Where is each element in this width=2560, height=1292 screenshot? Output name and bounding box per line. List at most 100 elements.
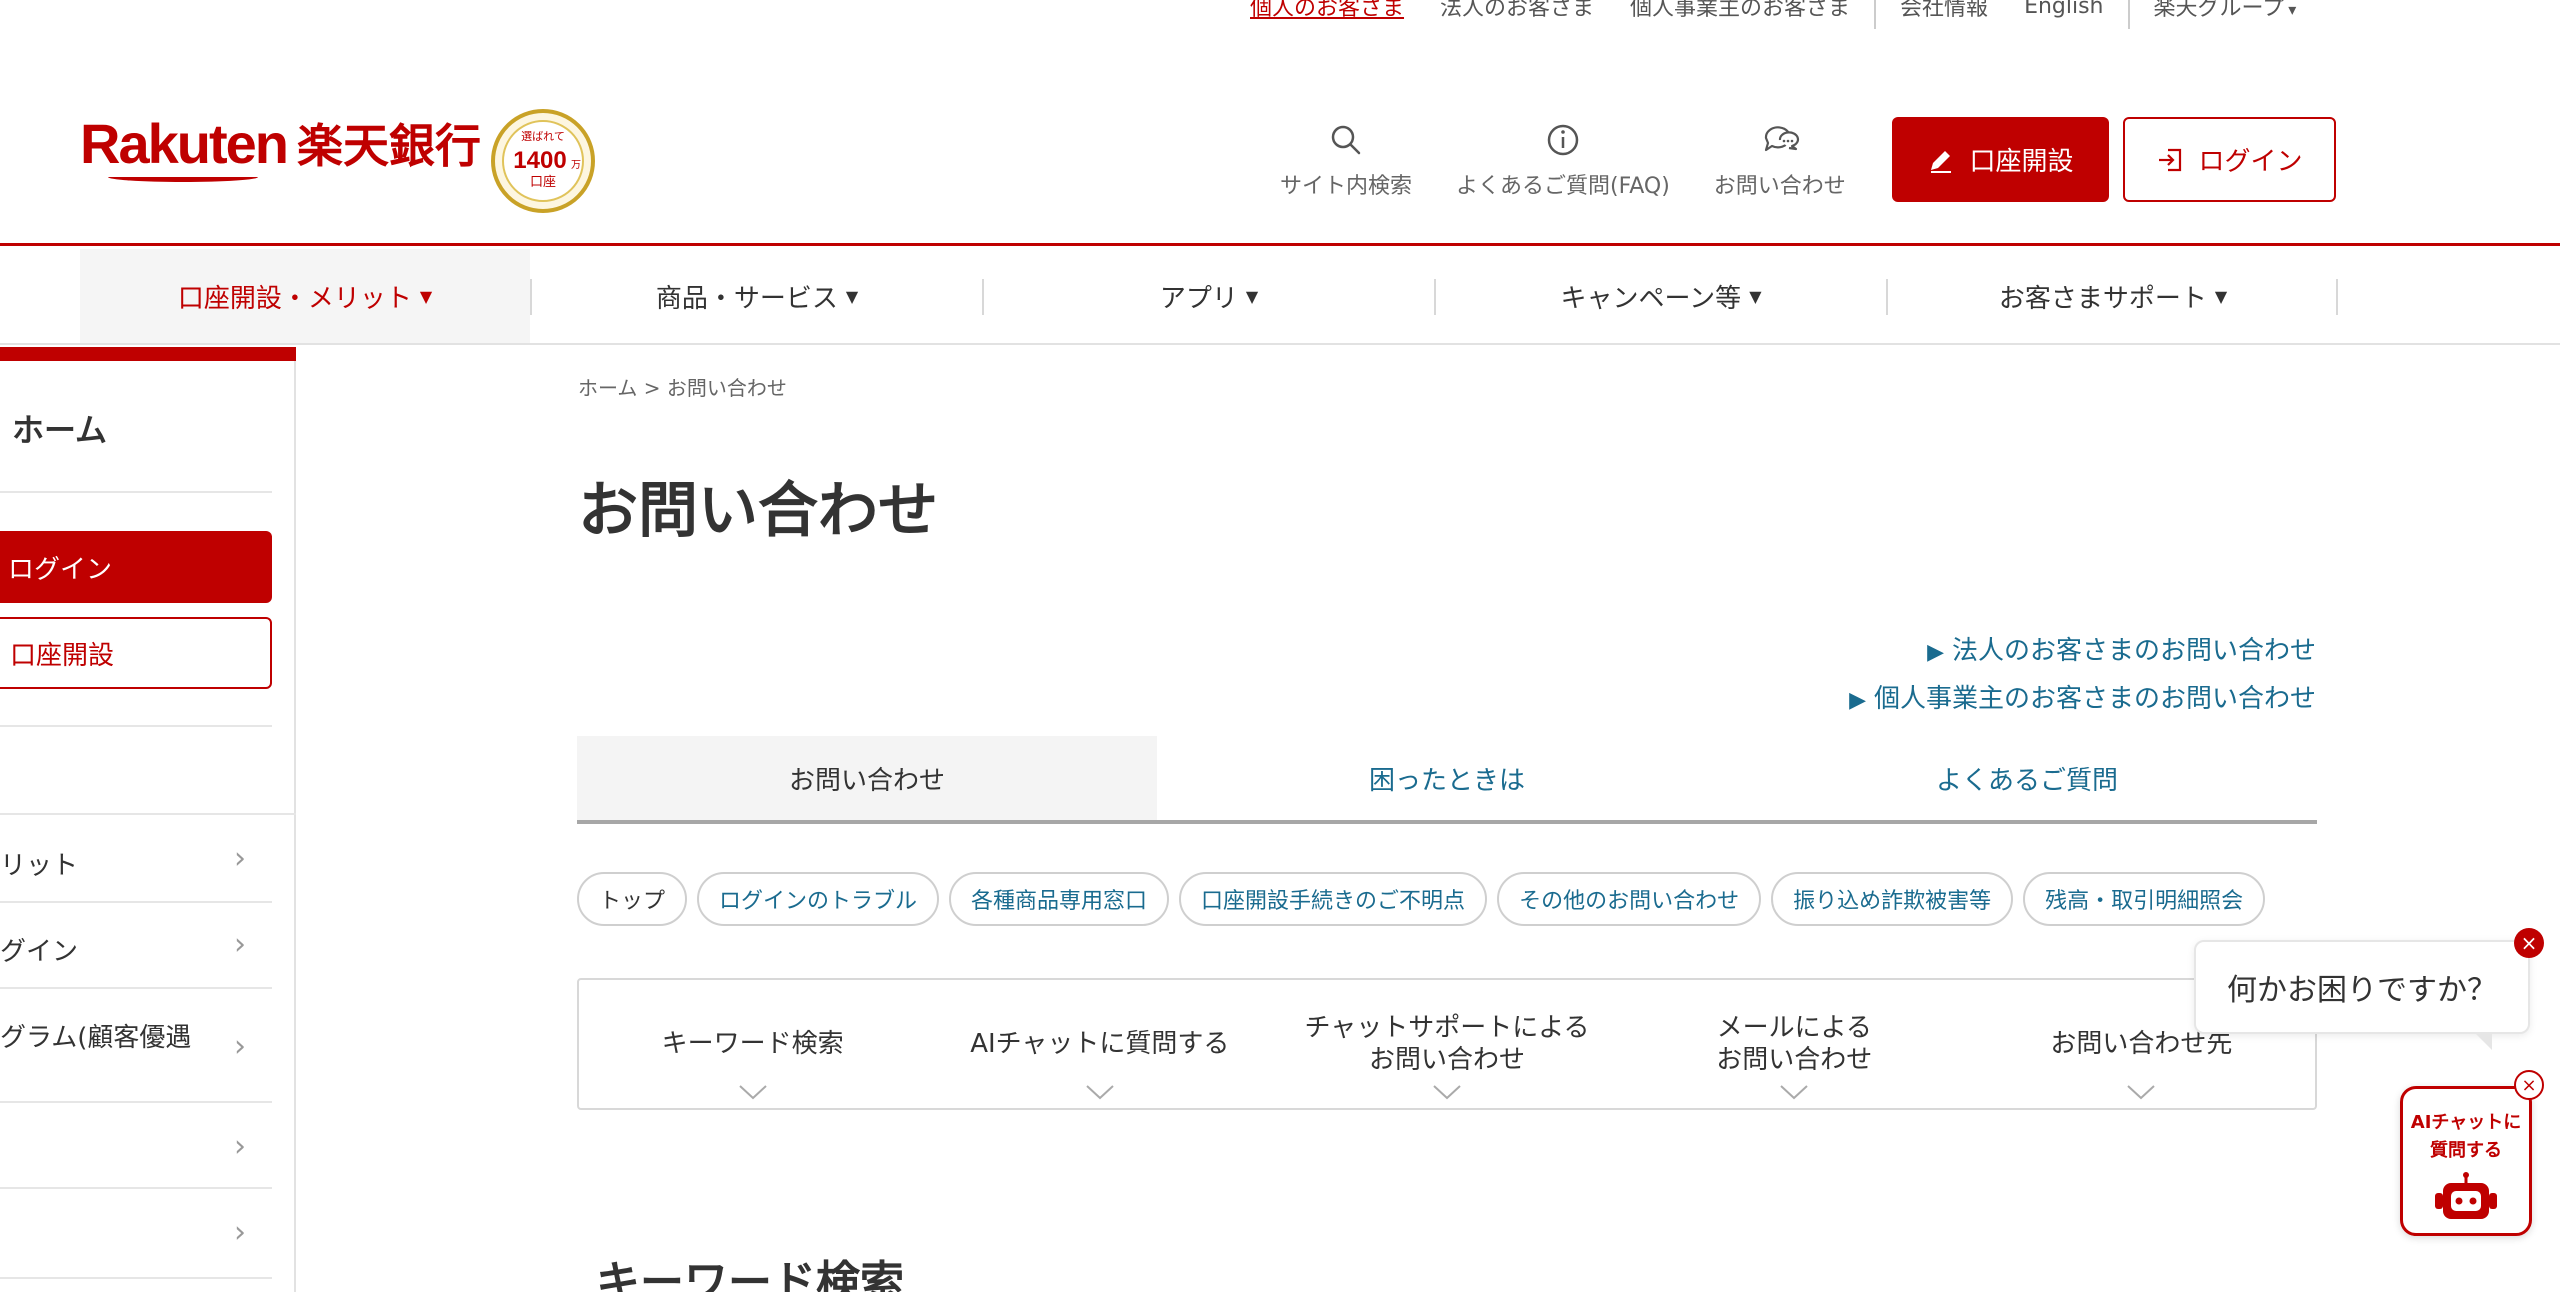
method-chat-support[interactable]: チャットサポートによる お問い合わせ <box>1273 980 1620 1108</box>
caret-down-icon: ▾ <box>2288 0 2297 19</box>
info-icon <box>1547 124 1579 156</box>
badge-bottom-text: 口座 <box>530 175 556 190</box>
method-label: チャットサポートによる お問い合わせ <box>1305 1012 1590 1076</box>
bubble-tail <box>2474 1032 2492 1050</box>
sidebar-divider <box>0 813 296 815</box>
sidebar-item-label: グイン <box>0 937 79 967</box>
caret-down-icon: ▼ <box>419 286 433 306</box>
header-utility-icons: サイト内検索 よくあるご質問(FAQ) お問い合わせ <box>1280 120 1890 200</box>
chip-account-opening[interactable]: 口座開設手続きのご不明点 <box>1179 872 1488 926</box>
chevron-right-icon: › <box>234 1129 246 1164</box>
ai-chat-launcher[interactable]: AIチャットに 質問する <box>2400 1086 2532 1236</box>
chevron-down-icon <box>2127 1085 2156 1100</box>
tab-faq[interactable]: よくあるご質問 <box>1737 736 2317 820</box>
global-nav: 口座開設・メリット ▼ 商品・サービス ▼ アプリ ▼ キャンペーン等 ▼ お客さまサポ… <box>0 249 2560 345</box>
login-button[interactable]: ログイン <box>2123 117 2336 202</box>
sidebar-accent-bar <box>0 347 296 361</box>
method-label: AIチャットに質問する <box>970 1028 1229 1060</box>
utility-link-company-info[interactable]: 会社情報 <box>1900 0 1988 22</box>
faq-label: よくあるご質問(FAQ) <box>1456 174 1670 199</box>
sidebar-divider <box>0 1187 272 1189</box>
sidebar-item-label: グラム(顧客優遇 <box>0 1023 192 1053</box>
support-tabs: お問い合わせ 困ったときは よくあるご質問 <box>577 736 2317 824</box>
page-title: お問い合わせ <box>578 476 938 546</box>
sidebar-open-account-button[interactable]: 口座開設 <box>0 617 272 689</box>
caret-down-icon: ▼ <box>845 286 859 306</box>
sidebar: ホーム ログイン 口座開設 リット › グイン › グラム(顧客優遇 › › › <box>0 347 296 1292</box>
close-icon[interactable]: × <box>2514 1070 2544 1100</box>
chip-top[interactable]: トップ <box>577 872 688 926</box>
open-account-button[interactable]: 口座開設 <box>1892 117 2109 202</box>
chevron-down-icon <box>1780 1085 1808 1100</box>
help-prompt-bubble[interactable]: 何かお困りですか？ <box>2194 940 2530 1050</box>
method-keyword-search[interactable]: キーワード検索 <box>579 980 926 1108</box>
sole-proprietor-contact-link[interactable]: ▶ 個人事業主のお客さまのお問い合わせ <box>1849 676 2316 724</box>
utility-link-corporate[interactable]: 法人のお客さま <box>1440 0 1594 22</box>
sidebar-divider <box>0 491 272 493</box>
gnav-item-campaigns[interactable]: キャンペーン等 ▼ <box>1436 249 1886 343</box>
gnav-item-support[interactable]: お客さまサポート ▼ <box>1888 249 2338 343</box>
sole-proprietor-contact-label: 個人事業主のお客さまのお問い合わせ <box>1873 684 2316 714</box>
utility-divider <box>1874 0 1877 29</box>
badge-number: 1400 <box>513 147 566 174</box>
utility-link-sole-proprietor[interactable]: 個人事業主のお客さま <box>1630 0 1850 22</box>
gnav-item-products[interactable]: 商品・サービス ▼ <box>532 249 982 343</box>
utility-link-personal[interactable]: 個人のお客さま <box>1250 0 1404 22</box>
chip-product-desks[interactable]: 各種商品専用窓口 <box>949 872 1170 926</box>
gnav-item-label: お客さまサポート <box>1998 283 2207 314</box>
method-label-line: チャットサポートによる <box>1304 1013 1590 1043</box>
login-icon <box>2159 148 2182 171</box>
chevron-down-icon <box>1086 1085 1114 1100</box>
help-prompt-text: 何かお困りですか？ <box>2227 973 2497 1008</box>
close-icon[interactable]: × <box>2514 928 2544 958</box>
caret-down-icon: ▼ <box>2214 286 2228 306</box>
ai-chat-launcher-line: AIチャットに <box>2410 1112 2522 1133</box>
rakuten-wordmark: Rakuten <box>80 111 289 182</box>
contact-button[interactable]: お問い合わせ <box>1714 120 1846 200</box>
business-contact-links: ▶ 法人のお客さまのお問い合わせ ▶ 個人事業主のお客さまのお問い合わせ <box>1849 628 2316 724</box>
page: 個人のお客さま 法人のお客さま 個人事業主のお客さま 会社情報 English … <box>0 0 2560 1292</box>
method-label-line: メールによる <box>1716 1013 1872 1043</box>
contact-label: お問い合わせ <box>1713 174 1846 199</box>
utility-link-english[interactable]: English <box>2024 0 2103 19</box>
chip-login-trouble[interactable]: ログインのトラブル <box>697 872 940 926</box>
corporate-contact-link[interactable]: ▶ 法人のお客さまのお問い合わせ <box>1849 628 2316 676</box>
breadcrumb-separator: > <box>643 376 661 400</box>
site-logo[interactable]: Rakuten 楽天銀行 <box>80 110 481 182</box>
chat-bubbles-icon <box>1764 126 1799 152</box>
gnav-item-label: キャンペーン等 <box>1560 283 1742 314</box>
method-label-line: AIチャットに質問する <box>970 1029 1230 1059</box>
sidebar-login-button[interactable]: ログイン <box>0 531 272 603</box>
utility-link-rakuten-group[interactable]: 楽天グループ ▾ <box>2154 0 2297 22</box>
sidebar-divider <box>0 1101 272 1103</box>
faq-button[interactable]: よくあるご質問(FAQ) <box>1456 120 1670 200</box>
logo-swoosh <box>108 172 258 182</box>
method-ai-chat[interactable]: AIチャットに質問する <box>926 980 1273 1108</box>
breadcrumb: ホーム > お問い合わせ <box>578 372 787 401</box>
chevron-right-icon: › <box>234 1215 246 1250</box>
method-label: メールによる お問い合わせ <box>1716 1012 1872 1076</box>
chip-balance-inquiry[interactable]: 残高・取引明細照会 <box>2023 872 2266 926</box>
bank-name: 楽天銀行 <box>296 119 481 173</box>
chevron-down-icon <box>1433 1085 1461 1100</box>
pencil-icon <box>1931 150 1952 173</box>
breadcrumb-home-link[interactable]: ホーム <box>578 376 637 400</box>
method-email[interactable]: メールによる お問い合わせ <box>1621 980 1968 1108</box>
sidebar-item-label: リット <box>0 851 79 881</box>
rakuten-wordmark-text: Rakuten <box>80 111 289 175</box>
gnav-item-app[interactable]: アプリ ▼ <box>984 249 1434 343</box>
badge-top-text: 選ばれて <box>521 130 565 143</box>
sidebar-home-link[interactable]: ホーム <box>12 405 107 451</box>
open-account-label: 口座開設 <box>1969 147 2074 177</box>
utility-nav: 個人のお客さま 法人のお客さま 個人事業主のお客さま 会社情報 English … <box>1250 0 2332 29</box>
chip-other-inquiries[interactable]: その他のお問い合わせ <box>1497 872 1762 926</box>
sidebar-divider <box>0 1277 272 1279</box>
site-search-button[interactable]: サイト内検索 <box>1280 120 1412 200</box>
method-label-line: お問い合わせ <box>1716 1045 1873 1075</box>
gnav-item-account-merits[interactable]: 口座開設・メリット ▼ <box>80 249 530 343</box>
contact-method-menu: キーワード検索 AIチャットに質問する チャットサポートによる お問い合わせ メー… <box>577 978 2317 1110</box>
chip-fraud-damage[interactable]: 振り込め詐欺被害等 <box>1771 872 2014 926</box>
sidebar-divider <box>0 987 272 989</box>
tab-troubleshooting[interactable]: 困ったときは <box>1157 736 1737 820</box>
tab-contact[interactable]: お問い合わせ <box>577 736 1157 820</box>
